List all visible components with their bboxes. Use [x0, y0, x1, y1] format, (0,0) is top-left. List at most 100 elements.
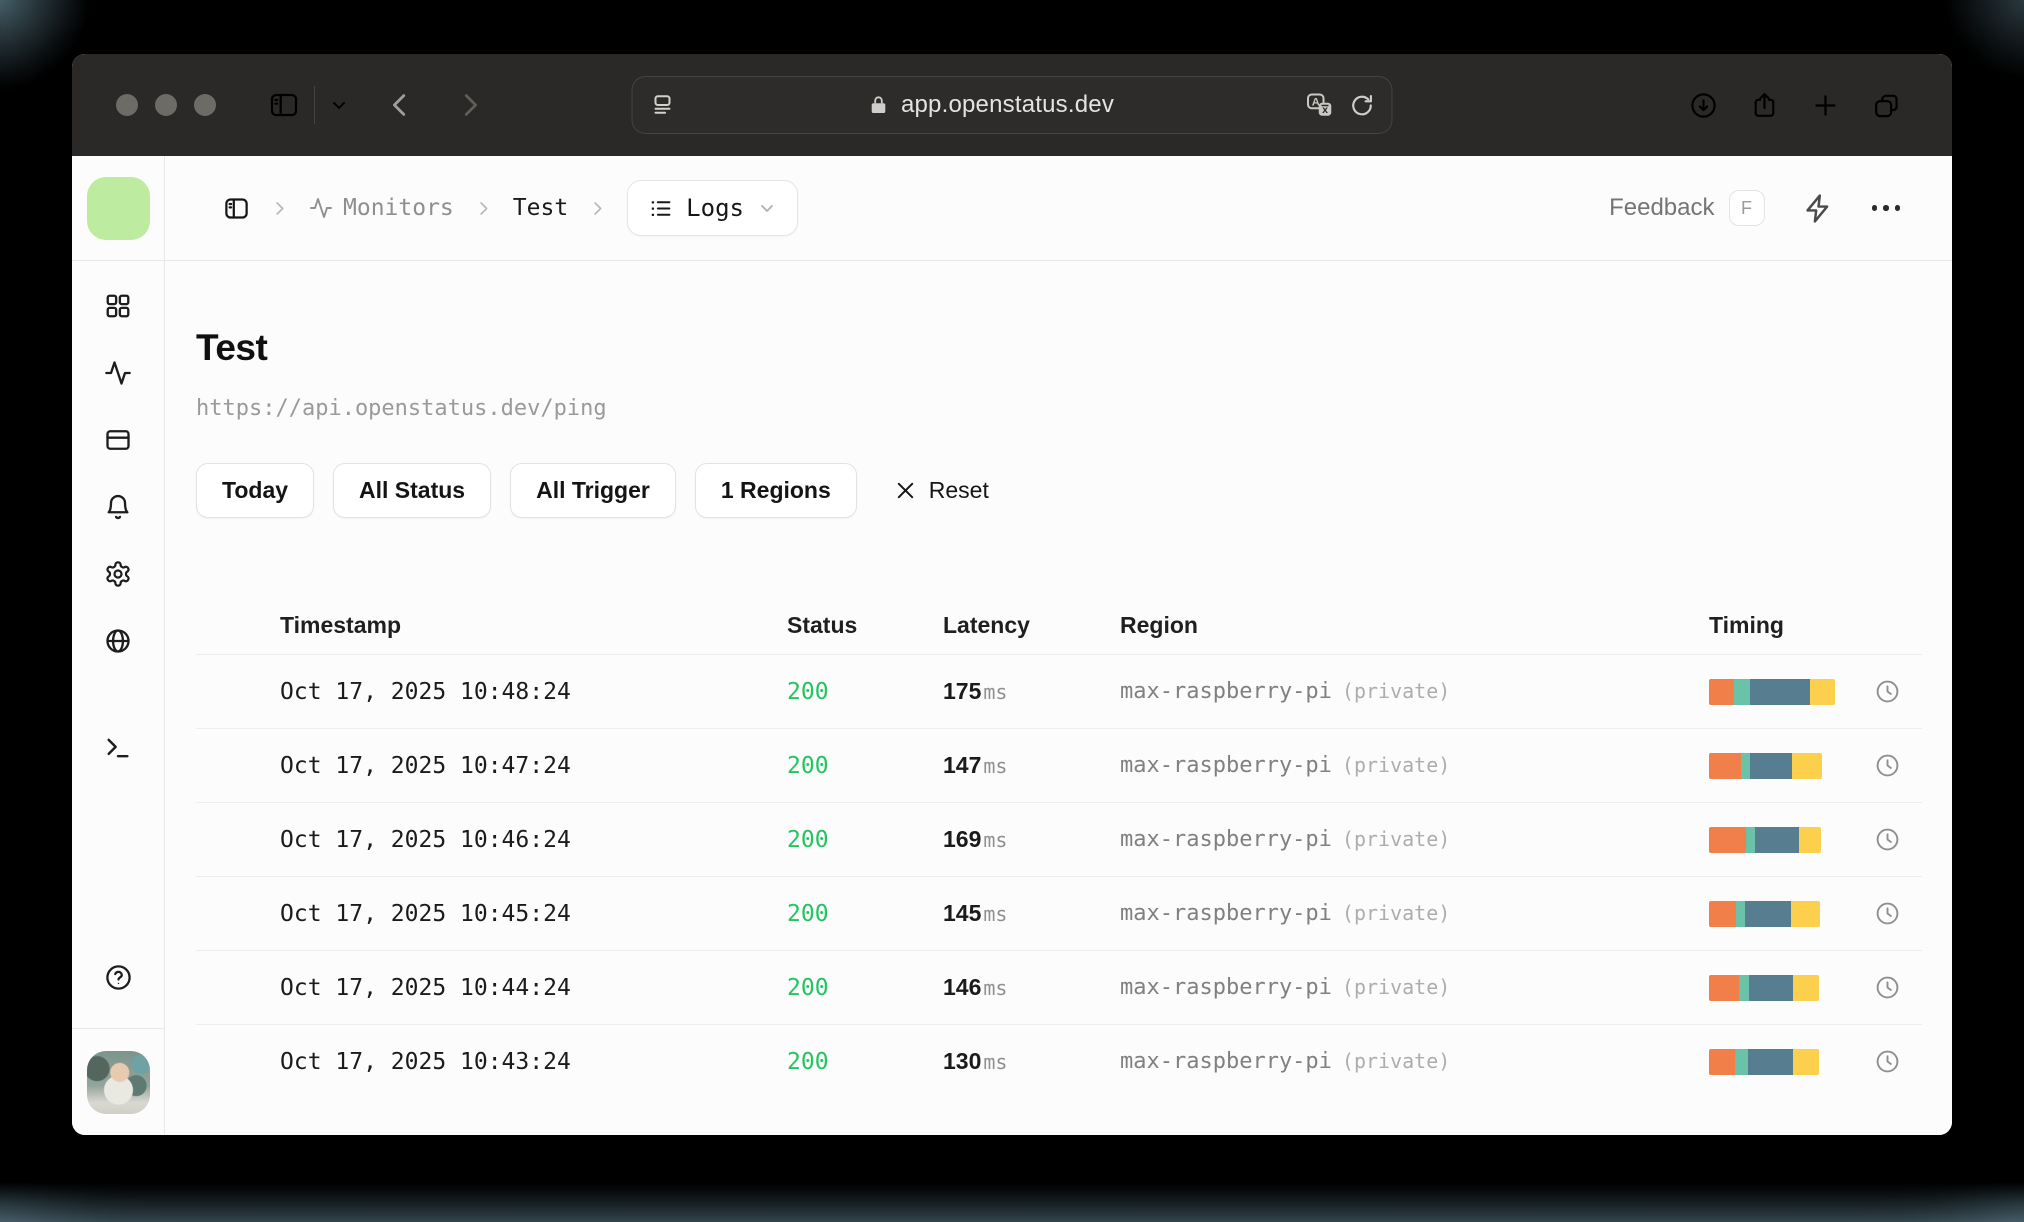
table-row[interactable]: Oct 17, 2025 10:45:24 200 145 ms max-rasp… — [196, 876, 1922, 950]
region-cell: max-raspberry-pi (private) — [1120, 975, 1451, 1000]
col-latency: Latency — [943, 611, 1030, 638]
table-row[interactable]: Oct 17, 2025 10:47:24 200 147 ms max-rasp… — [196, 728, 1922, 802]
browser-sidebar-toggle[interactable] — [268, 89, 300, 121]
app-sidebar-toggle[interactable] — [223, 195, 250, 222]
activity-icon — [105, 361, 131, 385]
status-cell: 200 — [787, 678, 829, 705]
reset-filters-button[interactable]: Reset — [894, 477, 989, 504]
timing-bar — [1709, 826, 1821, 853]
address-text[interactable]: app.openstatus.dev — [901, 91, 1114, 119]
reload-button[interactable] — [1349, 92, 1376, 119]
filter-regions[interactable]: 1 Regions — [694, 463, 857, 518]
svg-text:A: A — [1312, 96, 1320, 108]
share-button[interactable] — [1749, 90, 1780, 121]
chevron-right-icon — [474, 199, 493, 218]
chevron-right-icon — [588, 199, 607, 218]
sidebar-item-status-pages[interactable] — [104, 426, 132, 454]
breadcrumb-monitors[interactable]: Monitors — [309, 195, 454, 221]
filter-date[interactable]: Today — [196, 463, 315, 518]
timestamp-cell: Oct 17, 2025 10:48:24 — [280, 678, 571, 705]
minimize-window-button[interactable] — [155, 94, 177, 116]
close-window-button[interactable] — [116, 94, 138, 116]
traffic-lights[interactable] — [116, 94, 216, 116]
region-cell: max-raspberry-pi (private) — [1120, 753, 1451, 778]
timing-bar — [1709, 1048, 1819, 1075]
timing-detail-button[interactable] — [1852, 826, 1922, 853]
gear-icon — [106, 561, 130, 587]
lock-icon — [867, 93, 891, 117]
back-button[interactable] — [385, 90, 415, 120]
timing-detail-button[interactable] — [1852, 678, 1922, 705]
col-region: Region — [1120, 611, 1198, 638]
timing-bar — [1709, 752, 1822, 779]
table-row[interactable]: Oct 17, 2025 10:48:24 200 175 ms max-rasp… — [196, 654, 1922, 728]
timestamp-cell: Oct 17, 2025 10:46:24 — [280, 826, 571, 853]
region-cell: max-raspberry-pi (private) — [1120, 827, 1451, 852]
timestamp-cell: Oct 17, 2025 10:44:24 — [280, 974, 571, 1001]
sidebar-item-dashboard[interactable] — [104, 292, 132, 320]
avatar[interactable] — [86, 1050, 150, 1114]
panel-top-icon — [106, 430, 130, 450]
sidebar-item-settings[interactable] — [104, 560, 132, 588]
col-timestamp: Timestamp — [280, 611, 402, 638]
sidebar-item-monitors[interactable] — [104, 359, 132, 387]
app-header: Monitors Test Logs Feedback F — [165, 156, 1952, 261]
more-options-button[interactable] — [1871, 205, 1900, 211]
timing-detail-button[interactable] — [1852, 900, 1922, 927]
help-button[interactable] — [104, 963, 133, 992]
tab-group-chevron[interactable] — [329, 95, 349, 115]
grid-icon — [106, 294, 130, 318]
sidebar-item-domains[interactable] — [104, 627, 132, 655]
clock-icon — [1876, 1050, 1898, 1073]
region-cell: max-raspberry-pi (private) — [1120, 1049, 1451, 1074]
chevron-down-icon — [761, 205, 773, 212]
sidebar-item-notifications[interactable] — [104, 493, 132, 521]
zoom-window-button[interactable] — [194, 94, 216, 116]
browser-window: app.openstatus.dev A x Monitors Test Log… — [72, 54, 1952, 1135]
new-tab-button[interactable] — [1810, 90, 1841, 121]
timing-detail-button[interactable] — [1852, 974, 1922, 1001]
latency-cell: 147 ms — [943, 752, 1008, 778]
clock-icon — [1876, 754, 1898, 777]
forward-button[interactable] — [455, 90, 485, 120]
region-cell: max-raspberry-pi (private) — [1120, 679, 1451, 704]
clock-icon — [1876, 902, 1898, 925]
status-cell: 200 — [787, 826, 829, 853]
timestamp-cell: Oct 17, 2025 10:43:24 — [280, 1048, 571, 1075]
timestamp-cell: Oct 17, 2025 10:47:24 — [280, 752, 571, 779]
downloads-button[interactable] — [1688, 90, 1719, 121]
command-button[interactable] — [1803, 193, 1834, 224]
logs-table: Timestamp Status Latency Region Timing O… — [196, 602, 1922, 1098]
toolbar-separator — [314, 86, 315, 124]
table-row[interactable]: Oct 17, 2025 10:43:24 200 130 ms max-rasp… — [196, 1024, 1922, 1098]
table-row[interactable]: Oct 17, 2025 10:46:24 200 169 ms max-rasp… — [196, 802, 1922, 876]
tab-overview-button[interactable] — [1871, 90, 1902, 121]
feedback-button[interactable]: Feedback F — [1609, 190, 1765, 226]
log-rows: Oct 17, 2025 10:48:24 200 175 ms max-rasp… — [196, 654, 1922, 1098]
sidebar-item-cli[interactable] — [104, 734, 132, 762]
timing-detail-button[interactable] — [1852, 1048, 1922, 1075]
clock-icon — [1876, 680, 1898, 703]
breadcrumb-monitor-name[interactable]: Test — [513, 195, 568, 221]
workspace-logo[interactable] — [86, 176, 150, 240]
region-cell: max-raspberry-pi (private) — [1120, 901, 1451, 926]
breadcrumb: Monitors Test Logs — [223, 180, 798, 236]
timing-detail-button[interactable] — [1852, 752, 1922, 779]
table-row[interactable]: Oct 17, 2025 10:44:24 200 146 ms max-rasp… — [196, 950, 1922, 1024]
table-header: Timestamp Status Latency Region Timing — [196, 602, 1922, 654]
activity-icon — [310, 198, 332, 218]
address-bar[interactable]: app.openstatus.dev A x — [631, 76, 1393, 134]
filter-status[interactable]: All Status — [333, 463, 492, 518]
filter-bar: Today All Status All Trigger 1 Regions R… — [196, 463, 1922, 518]
terminal-icon — [107, 738, 129, 758]
translate-icon[interactable]: A x — [1305, 90, 1335, 120]
reader-icon[interactable] — [649, 91, 677, 119]
panel-left-icon — [225, 197, 248, 219]
feedback-shortcut-badge: F — [1728, 190, 1765, 226]
filter-trigger[interactable]: All Trigger — [510, 463, 676, 518]
zap-icon — [1805, 193, 1828, 223]
status-cell: 200 — [787, 974, 829, 1001]
view-selector-logs[interactable]: Logs — [627, 180, 798, 236]
browser-titlebar: app.openstatus.dev A x — [72, 54, 1952, 156]
col-status: Status — [787, 611, 858, 638]
